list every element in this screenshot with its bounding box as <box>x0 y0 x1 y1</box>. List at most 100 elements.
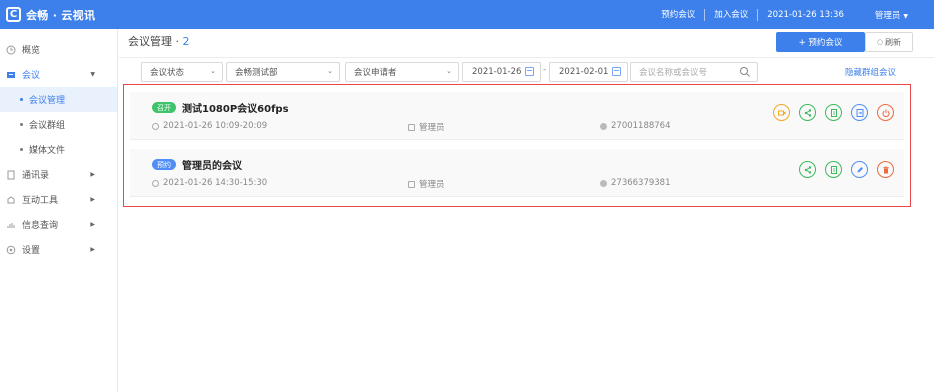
sidebar-item-settings[interactable]: 设置 ▶ <box>0 237 117 262</box>
sidebar-item-contacts[interactable]: 通讯录 ▶ <box>0 162 117 187</box>
divider <box>119 57 934 58</box>
meeting-title: 管理员的会议 <box>182 161 242 172</box>
sidebar-item-overview[interactable]: 概览 <box>0 37 117 62</box>
meeting-card[interactable]: 召开 测试1080P会议60fps 2021-01-26 10:09-20:09… <box>130 92 904 140</box>
user-icon <box>408 123 415 131</box>
meeting-actions <box>764 104 894 121</box>
sidebar-item-label: 信息查询 <box>22 221 59 231</box>
sidebar-item-label: 会议群组 <box>29 121 66 131</box>
refresh-label: 刷新 <box>885 37 902 47</box>
logo-text: 会畅 · 云视讯 <box>26 8 96 22</box>
power-icon[interactable] <box>877 104 894 121</box>
calendar-icon <box>525 67 534 76</box>
page-title: 会议管理 · 2 <box>128 33 190 49</box>
chevron-right-icon: ▶ <box>90 246 95 253</box>
meeting-count: 2 <box>182 35 190 48</box>
calendar-icon <box>612 67 621 76</box>
meeting-time-text: 2021-01-26 14:30-15:30 <box>163 178 268 188</box>
user-icon <box>408 180 415 188</box>
doc-icon[interactable] <box>825 161 842 178</box>
bullet-icon <box>20 123 23 126</box>
sidebar-item-label: 互动工具 <box>22 196 59 206</box>
bullet-icon <box>20 148 23 151</box>
join-meeting-link[interactable]: 加入会议 <box>705 8 759 21</box>
meeting-host-text: 管理员 <box>419 123 445 133</box>
user-menu[interactable]: 管理员 ▼ <box>853 9 934 21</box>
book-meeting-link[interactable]: 预约会议 <box>652 8 706 21</box>
chevron-down-icon: ▼ <box>903 12 908 20</box>
filter-bar: 会议状态 ⌄ 会畅测试部 ⌄ 会议申请者 ⌄ 2021-01-26 - 2021… <box>119 62 934 82</box>
chart-icon <box>6 220 16 230</box>
start-date-input[interactable]: 2021-01-26 <box>462 62 541 82</box>
sidebar-item-meeting-management[interactable]: 会议管理 <box>0 87 117 112</box>
share-icon[interactable] <box>799 104 816 121</box>
delete-icon[interactable] <box>877 161 894 178</box>
chevron-down-icon: ⌄ <box>446 67 452 75</box>
status-badge: 预约 <box>152 159 176 170</box>
main-content: 会议管理 · 2 + 预约会议 ○ 刷新 会议状态 ⌄ 会畅测试部 ⌄ 会议申请者… <box>119 29 934 392</box>
number-icon <box>600 122 607 130</box>
chevron-right-icon: ▶ <box>90 221 95 228</box>
sidebar-item-meeting[interactable]: 会议 ▼ <box>0 62 117 87</box>
meeting-number: 27001188764 <box>600 121 671 131</box>
meeting-time: 2021-01-26 10:09-20:09 <box>152 121 267 131</box>
meeting-number-text: 27366379381 <box>611 178 671 188</box>
meeting-time: 2021-01-26 14:30-15:30 <box>152 178 267 188</box>
meeting-icon <box>6 70 16 80</box>
page-title-text: 会议管理 · <box>128 35 183 48</box>
doc-icon[interactable] <box>825 104 842 121</box>
sidebar-item-label: 媒体文件 <box>29 146 66 156</box>
logo-mark-icon: C <box>6 7 21 22</box>
book-meeting-button[interactable]: + 预约会议 <box>776 32 865 52</box>
tool-icon <box>6 195 16 205</box>
meeting-number-text: 27001188764 <box>611 121 671 131</box>
sidebar-item-interactive-tools[interactable]: 互动工具 ▶ <box>0 187 117 212</box>
department-select[interactable]: 会畅测试部 ⌄ <box>226 62 340 82</box>
contacts-icon <box>6 170 16 180</box>
top-bar: C 会畅 · 云视讯 预约会议 加入会议 2021-01-26 13:36 管理… <box>0 0 934 29</box>
chevron-down-icon: ⌄ <box>210 67 216 75</box>
status-select-value: 会议状态 <box>150 68 185 78</box>
sidebar-item-label: 通讯录 <box>22 171 50 181</box>
chevron-down-icon: ▼ <box>90 71 95 78</box>
number-icon <box>600 179 607 187</box>
meeting-title: 测试1080P会议60fps <box>182 104 289 115</box>
enter-icon[interactable] <box>851 104 868 121</box>
applicant-select[interactable]: 会议申请者 ⌄ <box>345 62 459 82</box>
start-date-value: 2021-01-26 <box>472 67 522 77</box>
bullet-icon <box>20 98 23 101</box>
search-input[interactable]: 会议名称或会议号 <box>630 62 758 82</box>
user-name: 管理员 <box>874 10 901 21</box>
clock-icon <box>152 179 159 187</box>
meeting-card[interactable]: 预约 管理员的会议 2021-01-26 14:30-15:30 管理员 273… <box>130 149 904 197</box>
current-datetime: 2021-01-26 13:36 <box>767 9 844 20</box>
status-badge: 召开 <box>152 102 176 113</box>
chevron-right-icon: ▶ <box>90 196 95 203</box>
sidebar-item-label: 设置 <box>22 246 41 256</box>
refresh-icon: ○ <box>876 38 884 46</box>
meeting-host: 管理员 <box>408 178 445 190</box>
end-date-input[interactable]: 2021-02-01 <box>549 62 628 82</box>
chevron-right-icon: ▶ <box>90 171 95 178</box>
department-select-value: 会畅测试部 <box>235 68 278 78</box>
sidebar: 概览 会议 ▼ 会议管理 会议群组 媒体文件 通讯录 ▶ 互动工具 ▶ 信息查询… <box>0 29 118 392</box>
sidebar-item-label: 会议 <box>22 71 41 81</box>
sidebar-item-label: 概览 <box>22 46 41 56</box>
sidebar-item-info-query[interactable]: 信息查询 ▶ <box>0 212 117 237</box>
meeting-number: 27366379381 <box>600 178 671 188</box>
share-icon[interactable] <box>799 161 816 178</box>
search-placeholder: 会议名称或会议号 <box>639 68 708 78</box>
hide-group-meetings-link[interactable]: 隐藏群组会议 <box>845 66 896 78</box>
record-icon[interactable] <box>773 104 790 121</box>
edit-icon[interactable] <box>851 161 868 178</box>
sidebar-item-label: 会议管理 <box>29 96 66 106</box>
refresh-button[interactable]: ○ 刷新 <box>865 32 913 52</box>
sidebar-item-meeting-groups[interactable]: 会议群组 <box>0 112 117 137</box>
status-select[interactable]: 会议状态 ⌄ <box>141 62 223 82</box>
end-date-value: 2021-02-01 <box>559 67 609 77</box>
sidebar-item-media-files[interactable]: 媒体文件 <box>0 137 117 162</box>
search-icon[interactable] <box>739 66 751 78</box>
chevron-down-icon: ⌄ <box>327 67 333 75</box>
meeting-host: 管理员 <box>408 121 445 133</box>
meeting-actions <box>790 161 894 178</box>
